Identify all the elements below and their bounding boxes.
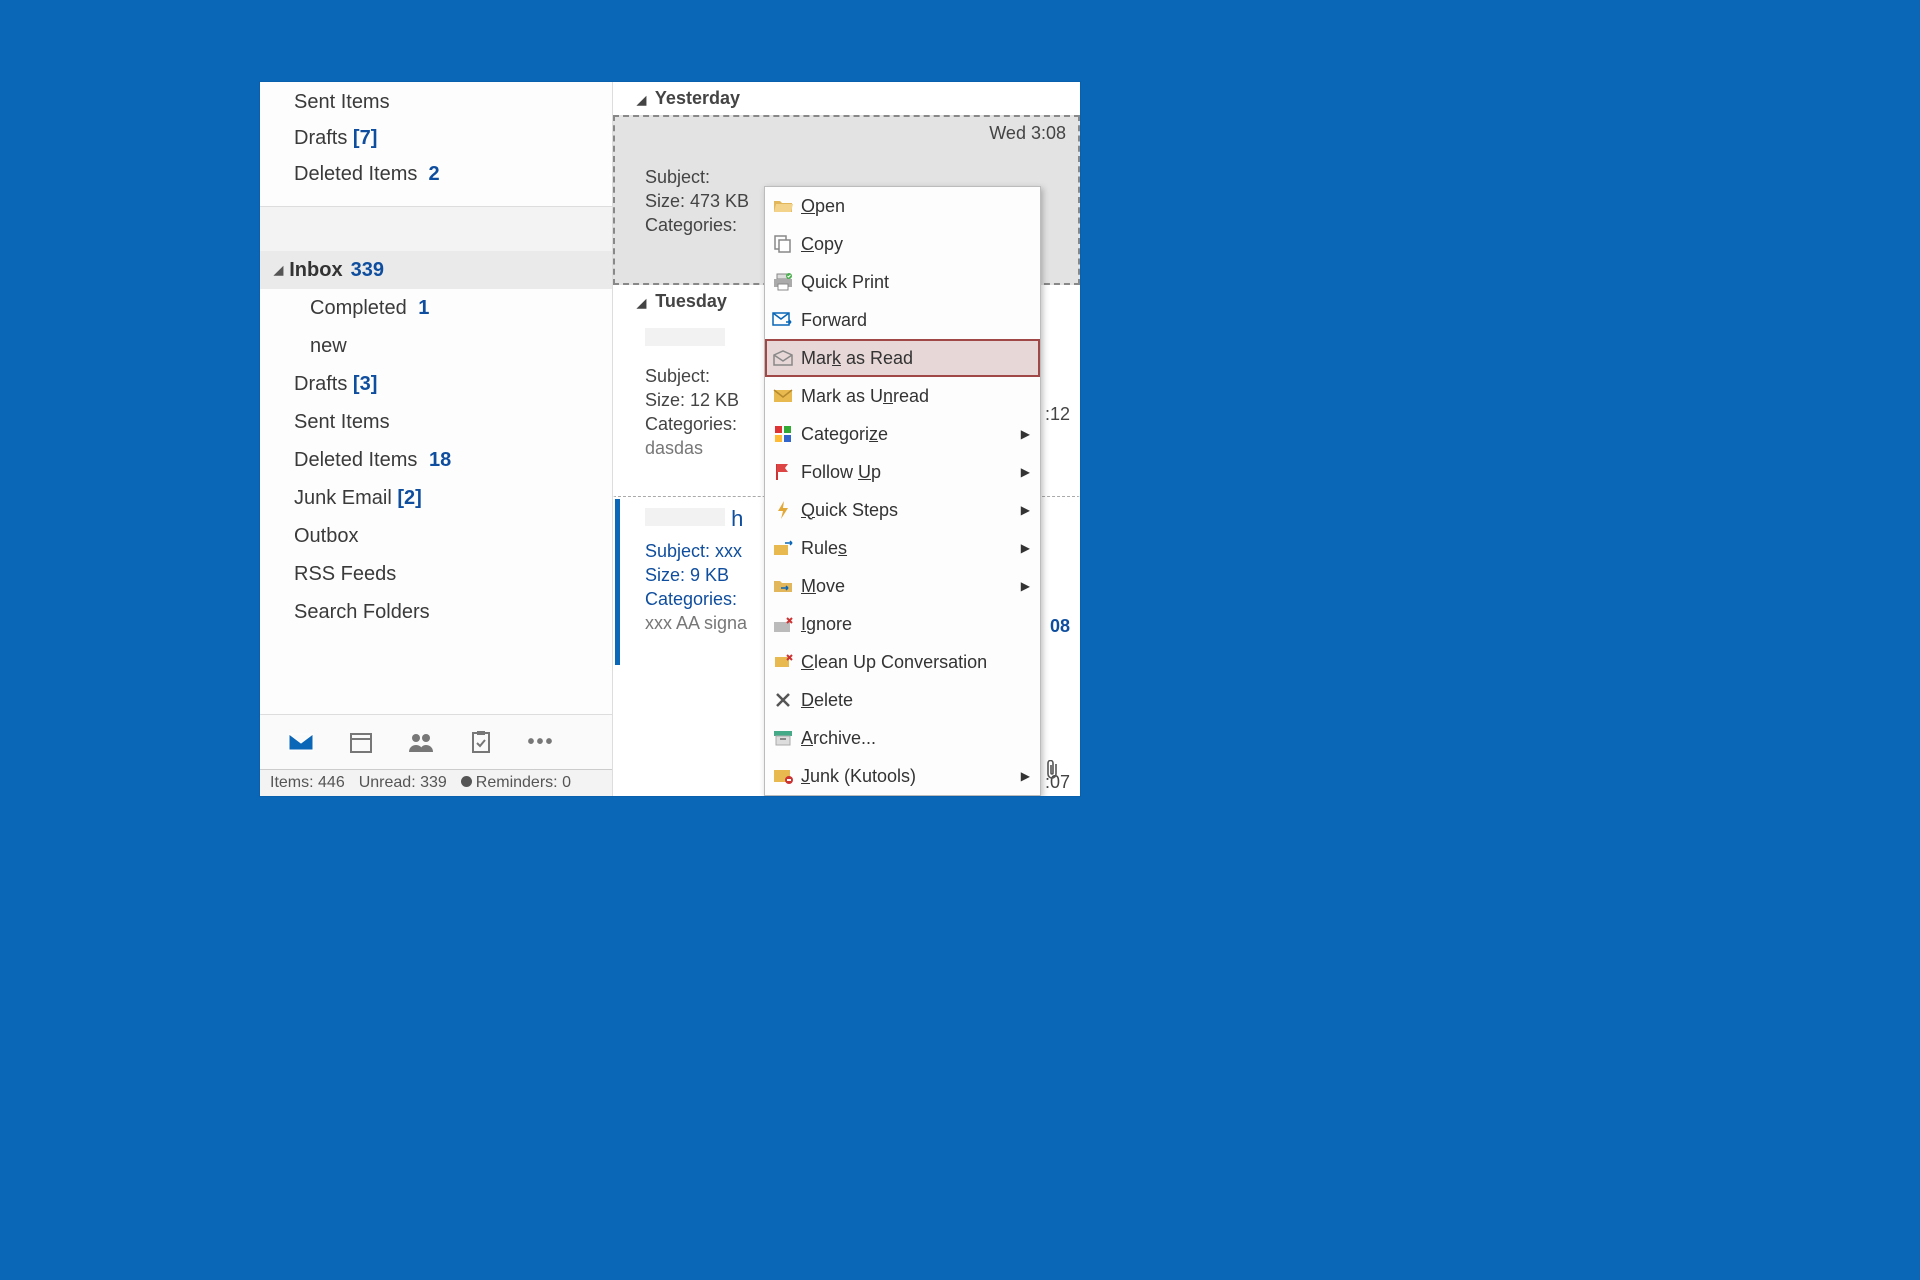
folder-open-icon (765, 198, 801, 214)
group-yesterday[interactable]: ◢ Yesterday (613, 82, 1080, 115)
ctx-mark-as-read[interactable]: Mark as Read (765, 339, 1040, 377)
ctx-open[interactable]: Open (765, 187, 1040, 225)
ctx-delete[interactable]: Delete (765, 681, 1040, 719)
cleanup-icon (765, 653, 801, 671)
ctx-label: Quick Print (801, 272, 1040, 293)
ctx-mark-as-unread[interactable]: Mark as Unread (765, 377, 1040, 415)
ctx-forward[interactable]: Forward (765, 301, 1040, 339)
completed-count: 1 (418, 297, 429, 319)
junk-icon (765, 768, 801, 784)
ctx-quick-print[interactable]: Quick Print (765, 263, 1040, 301)
drafts-count: [7] (353, 127, 377, 149)
ctx-follow-up[interactable]: Follow Up ▶ (765, 453, 1040, 491)
people-icon[interactable] (408, 731, 434, 753)
group-label: Tuesday (655, 291, 727, 311)
submenu-arrow-icon: ▶ (1021, 465, 1030, 479)
status-unread: Unread: 339 (359, 774, 447, 792)
printer-icon (765, 273, 801, 291)
folder-sent-items[interactable]: Sent Items (260, 403, 612, 441)
folder-pane: Sent Items Drafts [7] Deleted Items 2 ◢ … (260, 82, 612, 796)
junk-label: Junk Email (294, 487, 392, 509)
account-row[interactable] (260, 207, 612, 251)
unread-indicator (615, 499, 620, 665)
completed-label: Completed (310, 297, 407, 319)
deleted-count: 2 (429, 163, 440, 185)
folder-outbox[interactable]: Outbox (260, 517, 612, 555)
message-time: Wed 3:08 (989, 123, 1066, 144)
ctx-rules[interactable]: Rules ▶ (765, 529, 1040, 567)
envelope-open-icon (765, 350, 801, 366)
folder-junk-email[interactable]: Junk Email [2] (260, 479, 612, 517)
ctx-quick-steps[interactable]: Quick Steps ▶ (765, 491, 1040, 529)
folder-inbox[interactable]: ◢ Inbox 339 (260, 251, 612, 289)
nav-bar: ••• (260, 714, 612, 769)
flag-icon (765, 463, 801, 481)
junk-count: [2] (397, 487, 421, 509)
submenu-arrow-icon: ▶ (1021, 503, 1030, 517)
drafts-label: Drafts (294, 127, 347, 149)
folder-rss-feeds[interactable]: RSS Feeds (260, 555, 612, 593)
ctx-copy[interactable]: Copy (765, 225, 1040, 263)
folder-move-icon (765, 578, 801, 594)
submenu-arrow-icon: ▶ (1021, 427, 1030, 441)
inbox-label: Inbox (289, 255, 342, 285)
folder-deleted-top[interactable]: Deleted Items 2 (260, 156, 612, 192)
ctx-clean-up[interactable]: Clean Up Conversation (765, 643, 1040, 681)
ctx-categorize[interactable]: Categorize ▶ (765, 415, 1040, 453)
folder-sent-items-top[interactable]: Sent Items (260, 84, 612, 120)
tasks-icon[interactable] (468, 731, 494, 753)
categorize-icon (765, 425, 801, 443)
forward-icon (765, 312, 801, 328)
archive-icon (765, 730, 801, 746)
collapse-icon: ◢ (637, 296, 646, 310)
folder-drafts-top[interactable]: Drafts [7] (260, 120, 612, 156)
deleted-count: 18 (429, 449, 451, 471)
submenu-arrow-icon: ▶ (1021, 579, 1030, 593)
status-reminders: Reminders: 0 (461, 774, 571, 792)
folder-deleted-items[interactable]: Deleted Items 18 (260, 441, 612, 479)
deleted-label: Deleted Items (294, 163, 417, 185)
ctx-label: pen (815, 196, 845, 216)
rules-icon (765, 540, 801, 556)
collapse-icon: ◢ (637, 93, 646, 107)
mail-icon[interactable] (288, 731, 314, 753)
inbox-count: 339 (351, 255, 384, 285)
attachment-icon (1044, 760, 1060, 780)
status-items: Items: 446 (270, 774, 345, 792)
folder-search-folders[interactable]: Search Folders (260, 593, 612, 631)
drafts-label: Drafts (294, 373, 347, 395)
lightning-icon (765, 500, 801, 520)
delete-icon (765, 692, 801, 708)
ctx-archive[interactable]: Archive... (765, 719, 1040, 757)
outlook-window: Sent Items Drafts [7] Deleted Items 2 ◢ … (260, 82, 1080, 796)
context-menu: Open Copy Quick Print Forward Mark as Re… (764, 186, 1041, 796)
folder-drafts[interactable]: Drafts [3] (260, 365, 612, 403)
ctx-junk[interactable]: Junk (Kutools) ▶ (765, 757, 1040, 795)
ctx-label: Forward (801, 310, 1040, 331)
submenu-arrow-icon: ▶ (1021, 769, 1030, 783)
calendar-icon[interactable] (348, 731, 374, 753)
ignore-icon (765, 615, 801, 633)
drafts-count: [3] (353, 373, 377, 395)
ctx-label: opy (814, 234, 843, 254)
copy-icon (765, 235, 801, 253)
group-label: Yesterday (655, 88, 740, 108)
ctx-move[interactable]: Move ▶ (765, 567, 1040, 605)
folder-new[interactable]: new (260, 327, 612, 365)
message-time: :12 (1045, 404, 1070, 425)
more-icon[interactable]: ••• (528, 731, 554, 753)
envelope-icon (765, 389, 801, 403)
deleted-label: Deleted Items (294, 449, 417, 471)
ctx-ignore[interactable]: Ignore (765, 605, 1040, 643)
message-time: 08 (1050, 616, 1070, 637)
submenu-arrow-icon: ▶ (1021, 541, 1030, 555)
collapse-icon: ◢ (274, 255, 283, 285)
status-bar: Items: 446 Unread: 339 Reminders: 0 (260, 769, 612, 796)
folder-completed[interactable]: Completed 1 (260, 289, 612, 327)
